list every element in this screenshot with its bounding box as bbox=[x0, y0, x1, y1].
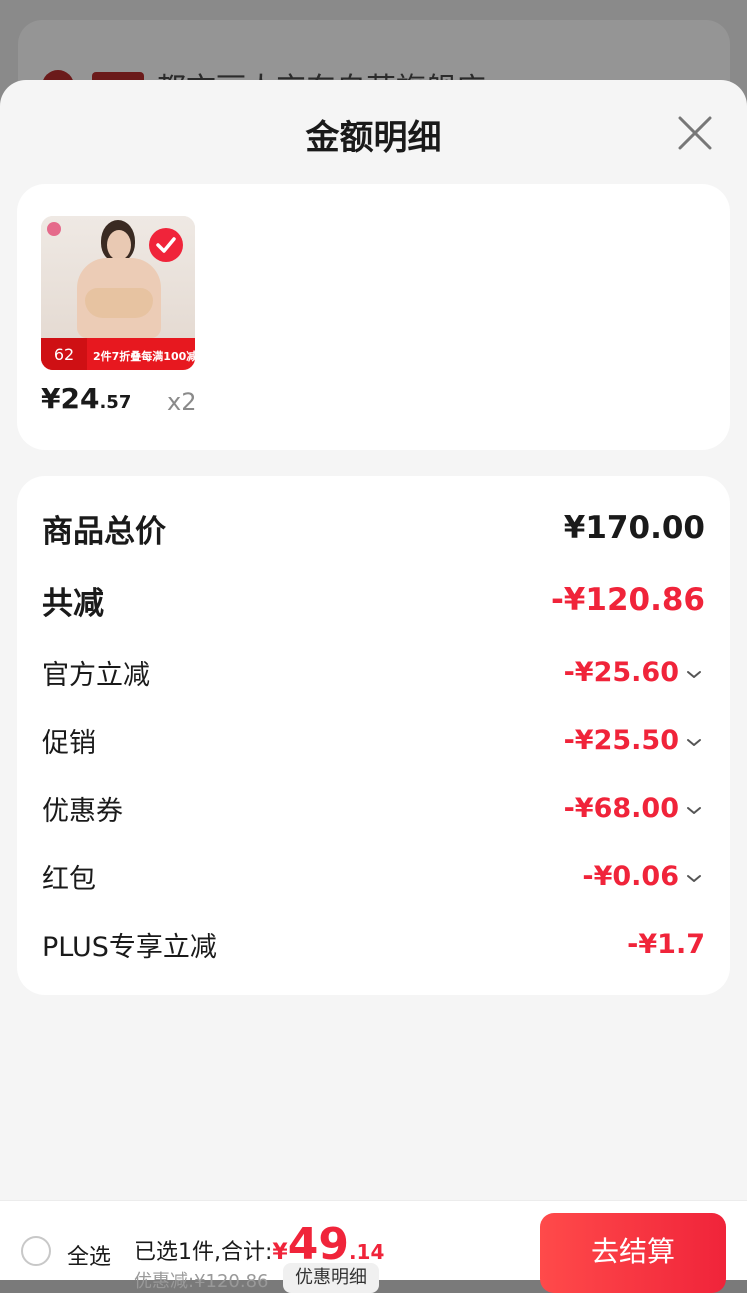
selected-count-label: 已选1件,合计: bbox=[134, 1240, 273, 1265]
promo-price: 62 bbox=[41, 338, 87, 370]
total-price-label: 商品总价 bbox=[42, 513, 166, 550]
official-discount-row[interactable]: 官方立减 -¥25.60 bbox=[42, 650, 705, 694]
coupon-row[interactable]: 优惠券 -¥68.00 bbox=[42, 786, 705, 830]
total-reduction-row: 共减 -¥120.86 bbox=[42, 578, 705, 622]
promotion-label: 促销 bbox=[42, 727, 96, 759]
discount-detail-button[interactable]: 优惠明细 bbox=[283, 1263, 379, 1293]
checked-icon bbox=[149, 228, 183, 262]
red-packet-label: 红包 bbox=[42, 863, 96, 895]
plus-discount-label: PLUS专享立减 bbox=[42, 931, 217, 963]
coupon-value: -¥68.00 bbox=[563, 792, 679, 824]
red-packet-row[interactable]: 红包 -¥0.06 bbox=[42, 854, 705, 898]
chevron-down-icon bbox=[683, 729, 705, 751]
chevron-down-icon bbox=[683, 661, 705, 683]
close-icon bbox=[678, 116, 712, 150]
total-price-value: ¥170.00 bbox=[563, 510, 705, 546]
total-price-row: 商品总价 ¥170.00 bbox=[42, 506, 705, 550]
unit-price: ¥24.57 bbox=[41, 382, 132, 415]
product-card: 62 2件7折叠每满100减15 ¥24.57 x2 bbox=[17, 184, 730, 450]
close-button[interactable] bbox=[670, 108, 720, 158]
red-packet-value: -¥0.06 bbox=[582, 860, 679, 892]
amount-detail-sheet: 金额明细 62 2件7折叠每满100减15 ¥24.57 bbox=[0, 80, 747, 1279]
plus-discount-row: PLUS专享立减 -¥1.7 bbox=[42, 922, 705, 966]
price-summary-card: 商品总价 ¥170.00 共减 -¥120.86 官方立减 -¥25.60 促销… bbox=[17, 476, 730, 995]
checkout-bar: 全选 已选1件,合计: ¥49.14 优惠减:¥120.86 优惠明细 去结算 bbox=[0, 1200, 747, 1293]
quantity: x2 bbox=[167, 388, 197, 416]
promotion-row[interactable]: 促销 -¥25.50 bbox=[42, 718, 705, 762]
coupon-label: 优惠券 bbox=[42, 795, 123, 827]
official-discount-value: -¥25.60 bbox=[563, 656, 679, 688]
official-discount-label: 官方立减 bbox=[42, 659, 150, 691]
brand-logo-icon bbox=[47, 222, 61, 236]
total-reduction-label: 共减 bbox=[42, 585, 104, 622]
sheet-title: 金额明细 bbox=[305, 118, 442, 158]
total-reduction-value: -¥120.86 bbox=[550, 582, 705, 618]
chevron-down-icon bbox=[683, 797, 705, 819]
promotion-value: -¥25.50 bbox=[563, 724, 679, 756]
promo-text: 2件7折叠每满100减15 bbox=[93, 350, 195, 363]
total-amount-decimal: .14 bbox=[348, 1240, 385, 1264]
total-currency: ¥ bbox=[272, 1240, 288, 1265]
plus-discount-value: -¥1.7 bbox=[627, 928, 705, 960]
checkout-button[interactable]: 去结算 bbox=[540, 1213, 726, 1293]
select-all-radio[interactable] bbox=[21, 1236, 51, 1266]
product-thumbnail[interactable]: 62 2件7折叠每满100减15 bbox=[41, 216, 195, 370]
chevron-down-icon bbox=[683, 865, 705, 887]
discount-summary: 优惠减:¥120.86 bbox=[134, 1271, 269, 1292]
select-all-label[interactable]: 全选 bbox=[67, 1239, 111, 1271]
